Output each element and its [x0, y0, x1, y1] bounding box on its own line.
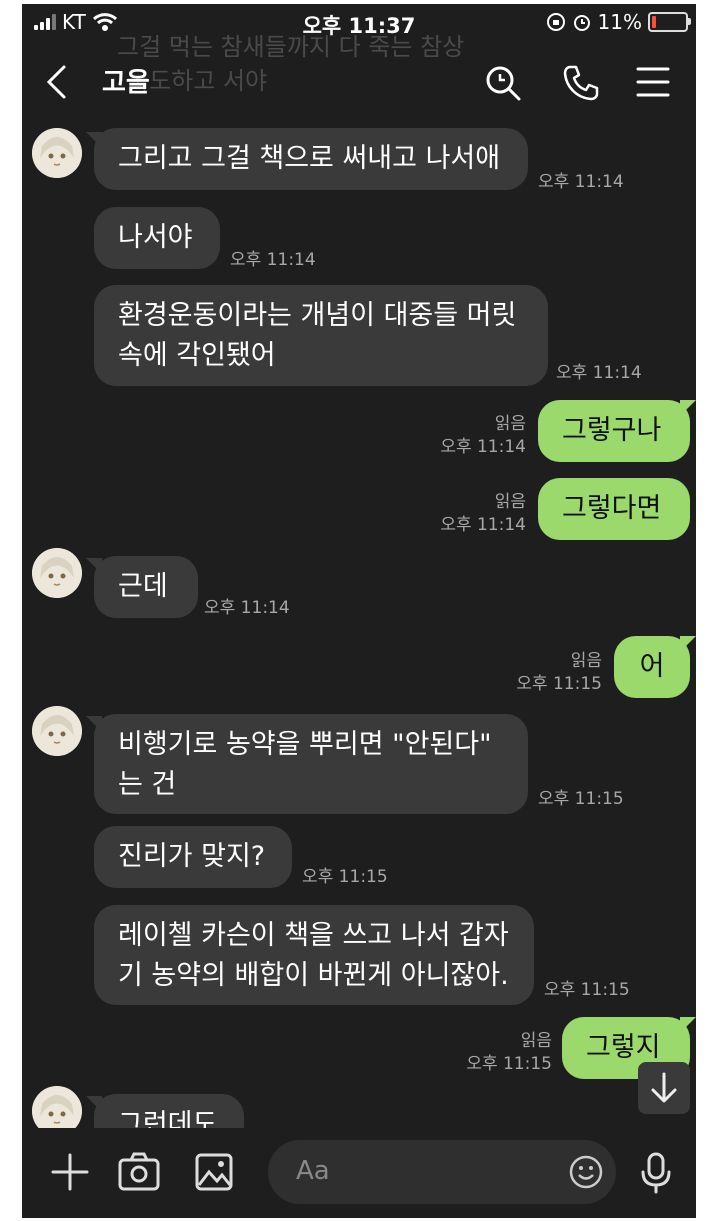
back-arrow-icon[interactable]	[44, 64, 68, 100]
plus-icon[interactable]	[50, 1152, 90, 1192]
scroll-to-bottom-button[interactable]	[638, 1062, 690, 1114]
chat-title: 고을	[102, 68, 150, 98]
camera-icon[interactable]	[118, 1152, 160, 1192]
message-list[interactable]: 그리고 그걸 책으로 써내고 나서애 오후 11:14 나서야 오후 11:14…	[22, 120, 696, 1156]
avatar[interactable]	[32, 548, 82, 598]
message-time: 오후 11:14	[204, 598, 290, 618]
message-bubble-incoming[interactable]: 그리고 그걸 책으로 써내고 나서애	[94, 128, 528, 190]
message-bubble-incoming[interactable]: 진리가 맞지?	[94, 826, 292, 888]
microphone-icon[interactable]	[640, 1152, 672, 1194]
message-time: 오후 11:15	[466, 1054, 552, 1074]
message-time: 오후 11:15	[538, 789, 624, 809]
message-bubble-incoming[interactable]: 근데	[94, 556, 198, 618]
read-receipt: 읽음	[494, 414, 526, 434]
message-bubble-incoming[interactable]: 환경운동이라는 개념이 대중들 머릿 속에 각인됐어	[94, 285, 548, 386]
search-icon[interactable]	[484, 64, 522, 102]
alarm-icon	[573, 15, 590, 31]
message-bubble-incoming[interactable]: 비행기로 농약을 뿌리면 "안된다" 는 건	[94, 714, 528, 814]
arrow-down-icon	[651, 1072, 677, 1103]
read-receipt: 읽음	[494, 492, 526, 512]
menu-icon[interactable]	[636, 64, 670, 100]
message-time: 오후 11:14	[230, 250, 316, 270]
avatar[interactable]	[32, 128, 82, 178]
message-input-placeholder: Aa	[296, 1156, 330, 1186]
message-bubble-incoming[interactable]: 레이첼 카슨이 책을 쓰고 나서 갑자 기 농약의 배합이 바뀐게 아니잖아.	[94, 905, 534, 1005]
phone-icon[interactable]	[562, 64, 600, 102]
message-time: 오후 11:15	[544, 980, 630, 1000]
message-bubble-outgoing[interactable]: 어	[614, 636, 690, 698]
rotation-lock-icon	[546, 13, 565, 31]
message-meta: 읽음 오후 11:15	[516, 650, 602, 696]
message-time: 오후 11:14	[440, 515, 526, 535]
image-icon[interactable]	[194, 1152, 234, 1192]
message-time: 오후 11:14	[440, 437, 526, 457]
message-meta: 읽음 오후 11:14	[440, 491, 526, 537]
emoji-icon[interactable]	[568, 1154, 604, 1190]
message-bubble-incoming[interactable]: 나서야	[94, 207, 220, 269]
message-meta: 읽음 오후 11:14	[440, 413, 526, 459]
message-time: 오후 11:15	[516, 674, 602, 694]
battery-icon	[648, 12, 691, 32]
chat-header: 고을	[22, 48, 696, 118]
message-input[interactable]: Aa	[268, 1140, 616, 1204]
read-receipt: 읽음	[520, 1031, 552, 1051]
message-time: 오후 11:14	[556, 363, 642, 383]
message-time: 오후 11:14	[538, 172, 624, 192]
battery-percent: 11%	[597, 10, 642, 34]
read-receipt: 읽음	[570, 651, 602, 671]
avatar[interactable]	[32, 706, 82, 756]
message-bubble-outgoing[interactable]: 그렇다면	[538, 478, 690, 540]
message-bubble-outgoing[interactable]: 그렇구나	[538, 400, 690, 462]
message-time: 오후 11:15	[302, 867, 388, 887]
input-bar: Aa	[22, 1128, 696, 1218]
chat-screen: KT 오후 11:37 11% 그걸 먹는 참새들까지 다 죽는 참상 국도하고…	[22, 4, 696, 1218]
message-meta: 읽음 오후 11:15	[466, 1030, 552, 1076]
